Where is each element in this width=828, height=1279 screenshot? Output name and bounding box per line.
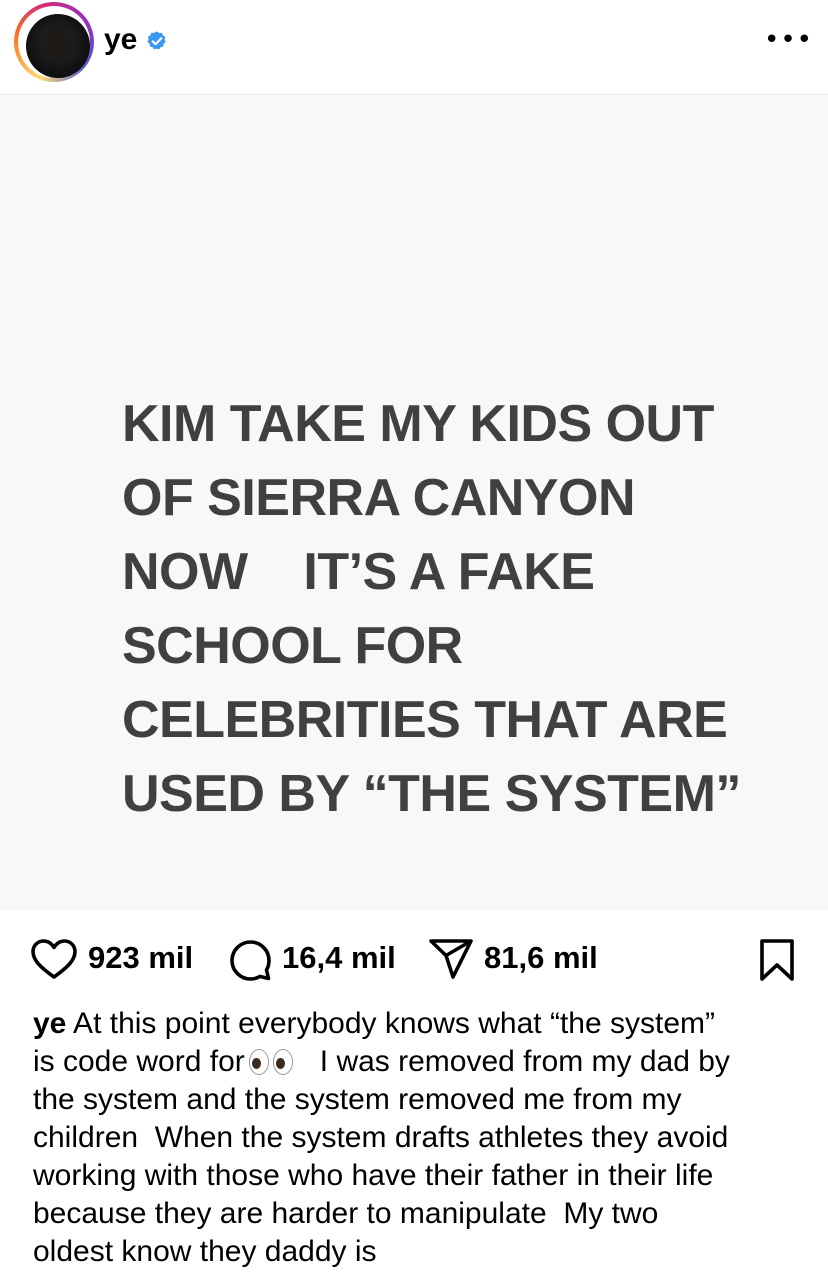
bookmark-icon[interactable] xyxy=(758,938,796,982)
comment-icon xyxy=(230,940,271,981)
avatar[interactable] xyxy=(26,14,90,78)
username[interactable]: ye xyxy=(104,22,137,58)
share-icon xyxy=(429,939,473,979)
post-text-line: NOW IT’S A FAKE xyxy=(122,543,595,601)
caption-text: At this point everybody knows what “the … xyxy=(66,1007,715,1040)
post-image-text: KIM TAKE MY KIDS OUT OF SIERRA CANYON NO… xyxy=(122,387,762,831)
caption-text: children When the system drafts athletes… xyxy=(33,1121,729,1154)
post-text-line: KIM TAKE MY KIDS OUT xyxy=(122,395,714,453)
caption-text: is code word for xyxy=(33,1045,245,1078)
post-text-line: USED BY “THE SYSTEM” xyxy=(122,765,741,823)
caption-username[interactable]: ye xyxy=(33,1007,66,1040)
post-text-line: OF SIERRA CANYON xyxy=(122,469,636,527)
caption-text: the system and the system removed me fro… xyxy=(33,1083,682,1116)
caption-text: oldest know they daddy is xyxy=(33,1235,377,1268)
like-count: 923 mil xyxy=(88,940,194,975)
more-options-icon[interactable]: ••• xyxy=(764,27,812,53)
post-text-line: SCHOOL FOR xyxy=(122,617,463,675)
story-ring[interactable] xyxy=(14,2,94,82)
verified-badge-icon xyxy=(147,31,166,50)
caption: ye At this point everybody knows what “t… xyxy=(33,1005,808,1271)
eyes-emoji-icon xyxy=(248,1049,295,1075)
caption-text: working with those who have their father… xyxy=(33,1159,714,1192)
action-bar: 923 mil 16,4 mil 81,6 mil xyxy=(0,910,828,1000)
share-count: 81,6 mil xyxy=(484,940,598,975)
caption-text: I was removed from my dad by xyxy=(294,1045,730,1078)
post-header: ye ••• xyxy=(0,0,828,95)
caption-text: because they are harder to manipulate My… xyxy=(33,1197,659,1230)
post-text-line: CELEBRITIES THAT ARE xyxy=(122,691,728,749)
post-image[interactable]: KIM TAKE MY KIDS OUT OF SIERRA CANYON NO… xyxy=(0,95,828,910)
comment-count: 16,4 mil xyxy=(282,940,396,975)
heart-icon xyxy=(31,939,77,979)
